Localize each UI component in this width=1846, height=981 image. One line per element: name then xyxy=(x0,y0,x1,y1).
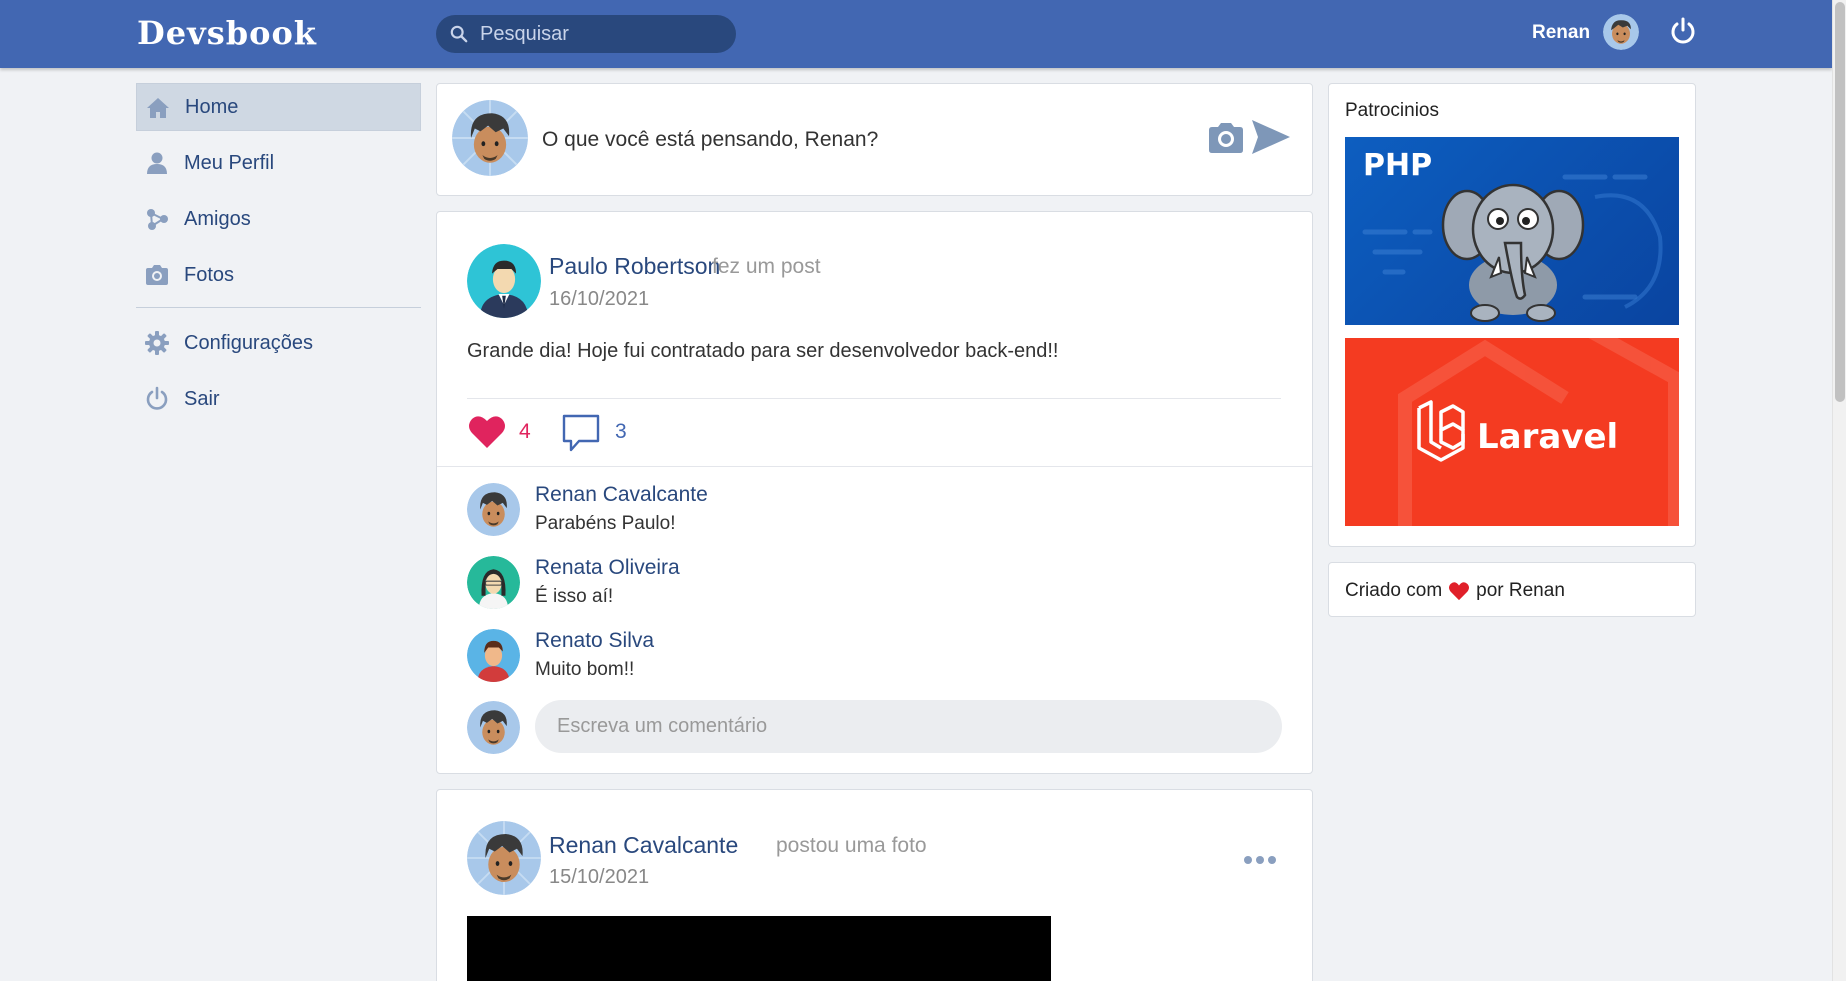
credit-author: por Renan xyxy=(1476,580,1565,601)
menu-item-label: Home xyxy=(185,95,239,118)
user-icon xyxy=(147,152,167,174)
comment-text: É isso aí! xyxy=(535,586,614,607)
post-author[interactable]: Renan Cavalcante xyxy=(549,832,738,859)
camera-icon xyxy=(146,265,168,285)
comment-text: Muito bom!! xyxy=(535,659,635,680)
post-date[interactable]: 16/10/2021 xyxy=(549,288,649,311)
menu-item-friends[interactable]: Amigos xyxy=(136,195,421,243)
post-body: Grande dia! Hoje fui contratado para ser… xyxy=(467,340,1059,362)
menu-item-photos[interactable]: Fotos xyxy=(136,251,421,299)
home-icon xyxy=(147,98,169,118)
menu-item-label: Meu Perfil xyxy=(184,151,275,174)
power-icon[interactable] xyxy=(1668,16,1698,46)
divider xyxy=(437,466,1312,467)
menu-item-logout[interactable]: Sair xyxy=(136,375,421,423)
post-composer: O que você está pensando, Renan? xyxy=(436,83,1313,196)
post-card: Renan Cavalcante postou uma foto 15/10/2… xyxy=(436,789,1313,981)
gear-icon xyxy=(145,331,169,355)
post-photo[interactable] xyxy=(467,916,1051,981)
credit-box: Criado com por Renan xyxy=(1328,562,1696,617)
credit-line: Criado com por Renan xyxy=(1345,580,1565,602)
comment-author[interactable]: Renato Silva xyxy=(535,629,654,653)
avatar[interactable] xyxy=(467,556,520,609)
menu-item-home[interactable]: Home xyxy=(136,83,421,131)
post-action: postou uma foto xyxy=(776,834,927,857)
heart-icon[interactable] xyxy=(467,412,507,452)
comment-author[interactable]: Renan Cavalcante xyxy=(535,483,708,507)
svg-text:Laravel: Laravel xyxy=(1477,417,1618,457)
post-date[interactable]: 15/10/2021 xyxy=(549,866,649,889)
post-card: Paulo Robertson fez um post 16/10/2021 G… xyxy=(436,211,1313,774)
scrollbar[interactable] xyxy=(1832,0,1846,981)
camera-icon[interactable] xyxy=(1206,118,1246,158)
comment-author[interactable]: Renata Oliveira xyxy=(535,556,680,580)
post-action: fez um post xyxy=(712,255,821,278)
avatar[interactable] xyxy=(467,629,520,682)
menu-item-label: Amigos xyxy=(184,207,251,230)
logo[interactable]: Devsbook xyxy=(137,14,317,52)
heart-icon xyxy=(1449,582,1470,601)
post-author[interactable]: Paulo Robertson xyxy=(549,253,720,280)
menu-item-profile[interactable]: Meu Perfil xyxy=(136,139,421,187)
credit-text: Criado com xyxy=(1345,580,1443,601)
avatar xyxy=(452,100,528,176)
ad-banner-php[interactable]: PHP xyxy=(1345,137,1679,325)
scrollbar-thumb[interactable] xyxy=(1835,2,1845,402)
like-count: 4 xyxy=(519,420,531,443)
svg-text:PHP: PHP xyxy=(1363,148,1432,183)
comment-input[interactable] xyxy=(535,700,1282,753)
comment-icon[interactable] xyxy=(561,413,601,453)
divider xyxy=(467,398,1281,399)
menu-item-label: Sair xyxy=(184,387,220,410)
friends-icon xyxy=(147,209,168,230)
comment-item: Renata Oliveira É isso aí! xyxy=(467,556,1267,616)
comment-item: Renato Silva Muito bom!! xyxy=(467,629,1267,689)
sponsors-box: Patrocinios PHP Laravel xyxy=(1328,83,1696,547)
power-icon xyxy=(146,386,168,410)
comment-text: Parabéns Paulo! xyxy=(535,513,676,534)
comment-count: 3 xyxy=(615,420,627,443)
ad-banner-laravel[interactable]: Laravel xyxy=(1345,338,1679,526)
more-options-icon[interactable] xyxy=(1243,854,1277,866)
search-box[interactable] xyxy=(436,15,736,53)
send-icon[interactable] xyxy=(1250,117,1292,157)
menu-divider xyxy=(136,307,421,308)
avatar[interactable] xyxy=(467,483,520,536)
avatar[interactable] xyxy=(467,244,541,318)
header-user-name[interactable]: Renan xyxy=(1532,22,1590,44)
menu-item-settings[interactable]: Configurações xyxy=(136,319,421,367)
search-input[interactable] xyxy=(480,15,720,53)
left-menu: Home Meu Perfil Amigos Fotos Configuraçõ… xyxy=(136,83,421,431)
avatar[interactable] xyxy=(467,821,541,895)
comment-item: Renan Cavalcante Parabéns Paulo! xyxy=(467,483,1267,543)
avatar[interactable] xyxy=(1603,14,1639,50)
composer-prompt[interactable]: O que você está pensando, Renan? xyxy=(542,128,878,152)
top-header: Devsbook Renan xyxy=(0,0,1832,68)
menu-item-label: Configurações xyxy=(184,331,313,354)
menu-item-label: Fotos xyxy=(184,263,235,286)
sponsors-title: Patrocinios xyxy=(1345,100,1439,121)
search-icon xyxy=(450,25,468,43)
avatar xyxy=(467,701,520,754)
